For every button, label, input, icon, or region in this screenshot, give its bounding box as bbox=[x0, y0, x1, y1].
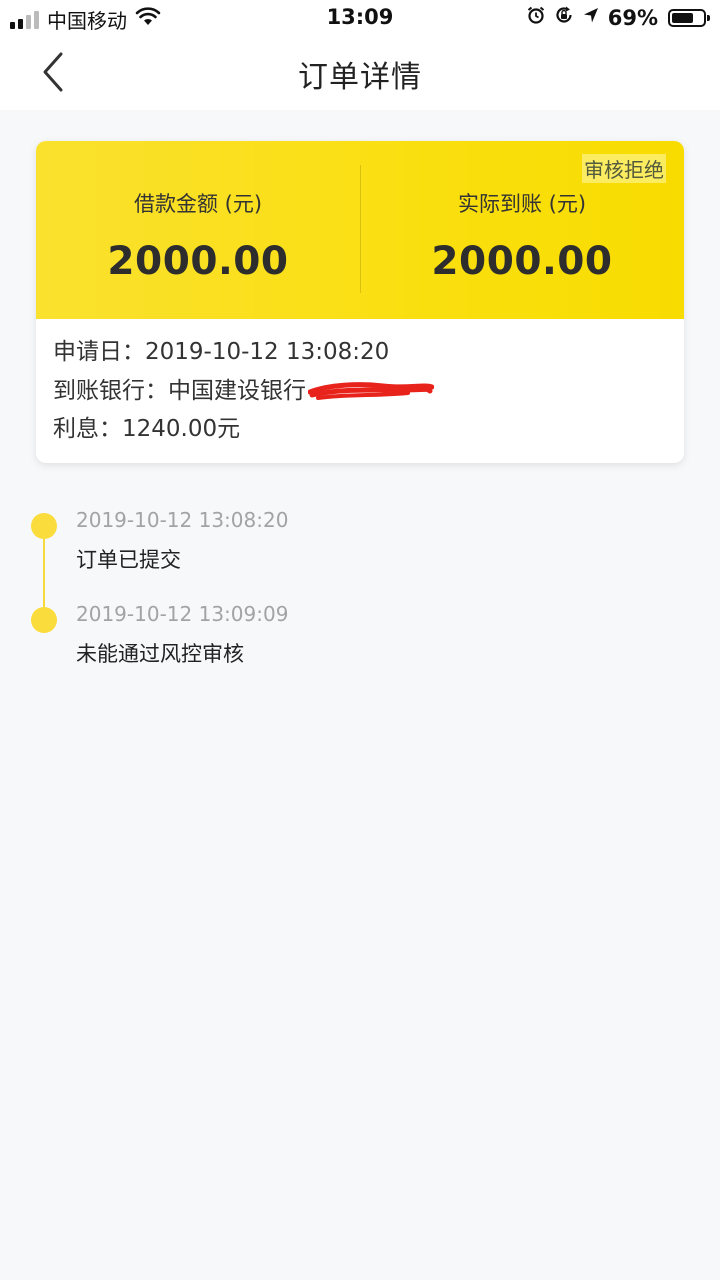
page-title: 订单详情 bbox=[298, 60, 422, 95]
interest-row: 利息：1240.00元 bbox=[53, 414, 434, 453]
redaction-scribble bbox=[307, 380, 435, 402]
alarm-icon bbox=[526, 5, 546, 30]
amount-panel: 审核拒绝 借款金额 (元) 2000.00 实际到账 (元) 2000.00 bbox=[36, 141, 684, 319]
status-bar: 中国移动 13:09 69% bbox=[0, 0, 720, 36]
interest-value: 1240.00元 bbox=[122, 416, 241, 442]
nav-bar: 订单详情 bbox=[0, 36, 720, 110]
apply-date-label: 申请日： bbox=[53, 339, 145, 365]
loan-amount-label: 借款金额 (元) bbox=[133, 192, 263, 216]
timeline-text: 订单已提交 bbox=[76, 548, 181, 572]
battery-icon bbox=[668, 8, 710, 27]
apply-date-value: 2019-10-12 13:08:20 bbox=[145, 339, 390, 365]
rotation-lock-icon bbox=[554, 5, 574, 30]
battery-percent: 69% bbox=[607, 5, 658, 30]
apply-date-row: 申请日：2019-10-12 13:08:20 bbox=[53, 337, 434, 376]
bank-label: 到账银行： bbox=[53, 377, 168, 404]
timeline-time: 2019-10-12 13:09:09 bbox=[76, 602, 289, 626]
interest-label: 利息： bbox=[53, 416, 122, 442]
bank-value: 中国建设银行 bbox=[168, 377, 306, 404]
location-icon bbox=[582, 6, 600, 29]
loan-amount-value: 2000.00 bbox=[107, 239, 289, 284]
timeline-time: 2019-10-12 13:08:20 bbox=[76, 508, 289, 532]
order-info: 申请日：2019-10-12 13:08:20 到账银行：中国建设银行 利息：1… bbox=[53, 337, 435, 453]
order-summary-card: 审核拒绝 借款金额 (元) 2000.00 实际到账 (元) 2000.00 申… bbox=[36, 141, 684, 463]
loan-amount-block: 借款金额 (元) 2000.00 bbox=[36, 141, 360, 319]
timeline-dot bbox=[31, 513, 57, 539]
received-amount-block: 实际到账 (元) 2000.00 bbox=[360, 141, 684, 319]
received-amount-value: 2000.00 bbox=[431, 239, 613, 284]
timeline-dot bbox=[31, 607, 57, 633]
bank-row: 到账银行：中国建设银行 bbox=[53, 376, 435, 415]
timeline-text: 未能通过风控审核 bbox=[76, 642, 244, 666]
received-amount-label: 实际到账 (元) bbox=[457, 192, 587, 216]
